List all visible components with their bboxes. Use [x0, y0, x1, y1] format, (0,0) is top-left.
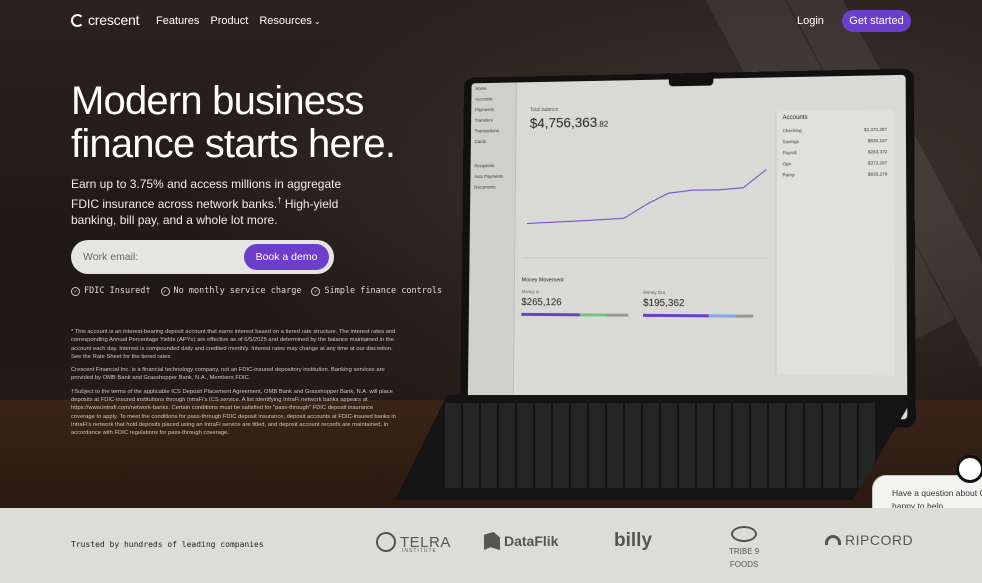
app-sidebar-item: Documents [474, 184, 496, 190]
feature-item: ✓ No monthly service charge [160, 286, 302, 296]
work-email-input[interactable] [71, 251, 241, 263]
logo-text: crescent [88, 12, 140, 28]
disclaimer-fdic: †Subject to the terms of the applicable … [71, 388, 396, 437]
account-row: Ramp $833,278 [777, 168, 894, 180]
crescent-logo-icon [71, 13, 84, 27]
account-name: Payroll [782, 150, 797, 156]
disclaimer-apy: * This account is an interest-bearing de… [71, 329, 396, 360]
balance-chart [522, 147, 769, 268]
balance-line [527, 170, 766, 224]
feature-item: ✓ FDIC Insured† [71, 286, 151, 296]
login-link[interactable]: Login [797, 15, 824, 27]
camera-notch [668, 78, 714, 87]
app-sidebar-item: Recipients [474, 163, 495, 169]
balance-amount: $4,756,363.82 [530, 114, 608, 131]
account-name: Savings [782, 139, 799, 145]
tribe9-line2: FOODS [729, 560, 759, 569]
money-in-bar [521, 312, 629, 317]
laptop-keyboard [395, 395, 915, 500]
dataflik-logo: DataFlik [484, 532, 558, 550]
get-started-button[interactable]: Get started [842, 10, 911, 32]
dataflik-mark-icon [484, 532, 500, 550]
page-title: Modern business finance starts here. [71, 79, 396, 166]
legal-disclaimer: * This account is an interest-bearing de… [71, 328, 396, 443]
money-movement-title: Money Movement [521, 277, 564, 284]
ripcord-logo: RIPCORD [825, 532, 913, 548]
demo-form: Book a demo [71, 240, 334, 274]
tribe9-logo: TRIBE 9 FOODS [729, 526, 759, 569]
check-circle-icon: ✓ [71, 286, 80, 296]
laptop-screen: Home Accounts Payments Transfers Transaction… [459, 68, 916, 428]
account-name: Ramp [782, 172, 795, 178]
feature-item: ✓ Simple finance controls [311, 286, 442, 296]
nav-link-product[interactable]: Product [210, 15, 248, 27]
account-value: $2,372,287 [863, 126, 888, 133]
money-out-bar [643, 313, 754, 318]
app-sidebar-item: Transfers [474, 117, 493, 123]
telra-sub: INSTITUTE [402, 548, 437, 554]
feature-label: Simple finance controls [324, 286, 443, 296]
ripcord-arc-icon [825, 535, 841, 545]
chat-avatar-icon[interactable] [956, 455, 982, 483]
chat-text-line1: Have a question about C [892, 488, 982, 498]
feature-label: FDIC Insured† [84, 286, 151, 296]
money-in-value: $265,126 [521, 297, 562, 309]
account-value: $372,287 [867, 160, 888, 166]
feature-list: ✓ FDIC Insured† ✓ No monthly service charg… [71, 286, 442, 296]
top-nav: crescent Features Product Resources ⌄ Log… [0, 10, 982, 32]
tribe9-emblem-icon [731, 526, 758, 542]
app-sidebar-item: Transactions [474, 128, 499, 134]
hero-subcopy: Earn up to 3.75% and access millions in … [71, 176, 371, 229]
logo[interactable]: crescent [71, 12, 140, 28]
nav-link-resources[interactable]: Resources ⌄ [259, 15, 320, 27]
accounts-panel: Accounts Checking $2,372,287 Savings $830,1… [775, 109, 895, 376]
dataflik-text: DataFlik [504, 533, 559, 549]
app-sidebar-item: Auto Payments [474, 173, 504, 179]
nav-link-resources-label: Resources [259, 15, 312, 27]
account-value: $833,278 [867, 171, 888, 177]
money-in-label: Money in [521, 289, 540, 295]
money-out-label: Money Out [643, 289, 665, 295]
account-value: $263,372 [867, 149, 888, 155]
account-name: Ops [782, 161, 791, 167]
nav-links: Features Product Resources ⌄ [156, 15, 321, 27]
balance-cents: .82 [597, 119, 609, 129]
balance-value: $4,756,363 [529, 114, 598, 131]
app-sidebar-item: Payments [474, 107, 494, 113]
check-circle-icon: ✓ [311, 286, 321, 296]
trusted-by-label: Trusted by hundreds of leading companies [71, 540, 264, 549]
hero-section: Home Accounts Payments Transfers Transaction… [0, 0, 982, 508]
feature-label: No monthly service charge [173, 286, 302, 296]
account-name: Checking [782, 127, 802, 134]
billy-logo: billy [614, 530, 652, 552]
disclaimer-banking: Crescent Financial Inc. is a financial t… [71, 367, 385, 382]
telra-globe-icon [376, 532, 396, 552]
app-sidebar-item: Home [475, 85, 487, 91]
money-out-value: $195,362 [643, 297, 685, 310]
nav-link-features[interactable]: Features [156, 15, 199, 27]
chevron-down-icon: ⌄ [313, 17, 321, 26]
app-screenshot: Home Accounts Payments Transfers Transaction… [467, 74, 908, 420]
app-sidebar-item: Accounts [475, 96, 493, 102]
account-value: $830,167 [867, 137, 888, 144]
balance-label: Total balance [529, 106, 559, 114]
billy-text: billy [614, 530, 653, 551]
book-demo-button[interactable]: Book a demo [244, 244, 329, 270]
money-movement: Money Movement Money in $265,126 Money O… [521, 277, 769, 379]
ripcord-text: RIPCORD [845, 532, 914, 548]
app-sidebar: Home Accounts Payments Transfers Transaction… [467, 82, 517, 412]
telra-logo: TELRA INSTITUTE [376, 532, 451, 554]
tribe9-line1: TRIBE 9 [729, 547, 760, 556]
check-circle-icon: ✓ [160, 286, 170, 296]
trusted-by-bar: Trusted by hundreds of leading companies… [0, 508, 982, 583]
app-sidebar-item: Cards [474, 139, 487, 145]
